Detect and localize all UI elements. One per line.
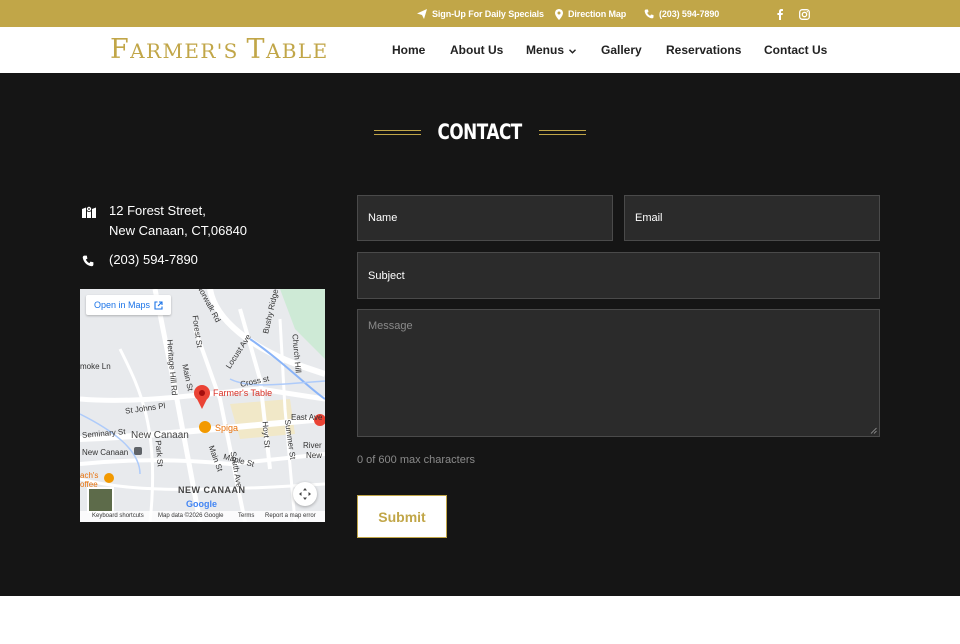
map-label-east-ave: East Ave <box>291 413 323 422</box>
report-map-error-link[interactable]: Report a map error <box>265 513 316 519</box>
map-pin-icon <box>555 8 563 20</box>
message-field-wrapper <box>357 309 880 437</box>
open-in-maps-button[interactable]: Open in Maps <box>86 295 172 315</box>
signup-label: Sign-Up For Daily Specials <box>432 9 544 19</box>
map-footer: Keyboard shortcuts Map data ©2026 Google… <box>80 511 325 522</box>
nav-reservations[interactable]: Reservations <box>666 42 741 58</box>
name-input[interactable] <box>358 196 612 240</box>
phone-icon <box>82 255 94 267</box>
chevron-down-icon <box>569 49 577 54</box>
google-logo-text: Google <box>186 499 217 509</box>
email-input[interactable] <box>625 196 879 240</box>
direction-map-link[interactable]: Direction Map <box>555 7 626 21</box>
map-label-river: River <box>303 441 322 450</box>
address-line-1: 12 Forest Street, <box>109 203 206 218</box>
heading-divider-left <box>374 129 422 135</box>
subject-field-wrapper <box>357 252 880 299</box>
nav-menus-label: Menus <box>526 43 565 57</box>
top-bar: Sign-Up For Daily Specials Direction Map… <box>0 0 960 27</box>
site-logo[interactable]: FARMER'S TABLE <box>110 34 329 66</box>
expand-icon <box>299 488 311 500</box>
paper-plane-icon <box>417 9 427 19</box>
fullscreen-button[interactable] <box>293 482 317 506</box>
direction-map-label: Direction Map <box>568 9 627 19</box>
map-label-farmers-table: Farmer's Table <box>213 388 273 398</box>
nav-menus[interactable]: Menus <box>526 42 577 58</box>
google-logo: Google <box>186 499 217 509</box>
topbar-phone-link[interactable]: (203) 594-7890 <box>644 7 719 21</box>
open-in-maps-label: Open in Maps <box>94 300 151 310</box>
subject-input[interactable] <box>358 253 879 298</box>
signup-link[interactable]: Sign-Up For Daily Specials <box>417 7 544 21</box>
external-link-icon <box>154 300 163 310</box>
email-field-wrapper <box>624 195 880 241</box>
address-block: 12 Forest Street, New Canaan, CT,06840 <box>82 201 247 241</box>
topbar-phone-label: (203) 594-7890 <box>659 9 720 19</box>
contact-title: CONTACT <box>437 120 523 144</box>
instagram-link[interactable] <box>797 7 811 21</box>
contact-phone-link[interactable]: (203) 594-7890 <box>109 250 198 273</box>
map-label-new-canaan-station: New Canaan <box>82 448 129 457</box>
map-label-smoke-ln: moke Ln <box>80 362 111 371</box>
keyboard-shortcuts-link[interactable]: Keyboard shortcuts <box>92 513 144 519</box>
map-data-credit: Map data ©2026 Google <box>158 513 224 519</box>
phone-icon <box>644 9 654 19</box>
address-line-2: New Canaan, CT,06840 <box>109 223 248 238</box>
facebook-icon <box>777 8 783 20</box>
map-icon <box>82 206 96 218</box>
satellite-toggle[interactable] <box>87 487 114 513</box>
nav-gallery[interactable]: Gallery <box>601 42 642 58</box>
char-counter: 0 of 600 max characters <box>357 454 476 466</box>
contact-section: CONTACT 12 Forest Street, New Canaan, CT… <box>0 73 960 596</box>
nav-home[interactable]: Home <box>392 42 425 58</box>
google-map[interactable]: Open in Maps Norwalk Rd Forest St Locust… <box>80 289 325 522</box>
site-header: FARMER'S TABLE Home About Us Menus Galle… <box>0 27 960 73</box>
nav-about-us[interactable]: About Us <box>450 42 503 58</box>
message-textarea[interactable] <box>358 310 879 436</box>
phone-block: (203) 594-7890 <box>82 250 198 273</box>
map-label-spiga: Spiga <box>215 423 239 433</box>
terms-link[interactable]: Terms <box>238 513 254 519</box>
instagram-icon <box>798 8 810 20</box>
submit-button[interactable]: Submit <box>357 495 447 538</box>
nav-contact-us[interactable]: Contact Us <box>764 42 827 58</box>
map-label-new: New <box>306 451 323 460</box>
heading-divider-right <box>538 129 586 135</box>
resize-handle-icon[interactable] <box>870 427 877 434</box>
contact-heading: CONTACT <box>0 118 960 146</box>
name-field-wrapper <box>357 195 613 241</box>
facebook-link[interactable] <box>773 7 787 21</box>
